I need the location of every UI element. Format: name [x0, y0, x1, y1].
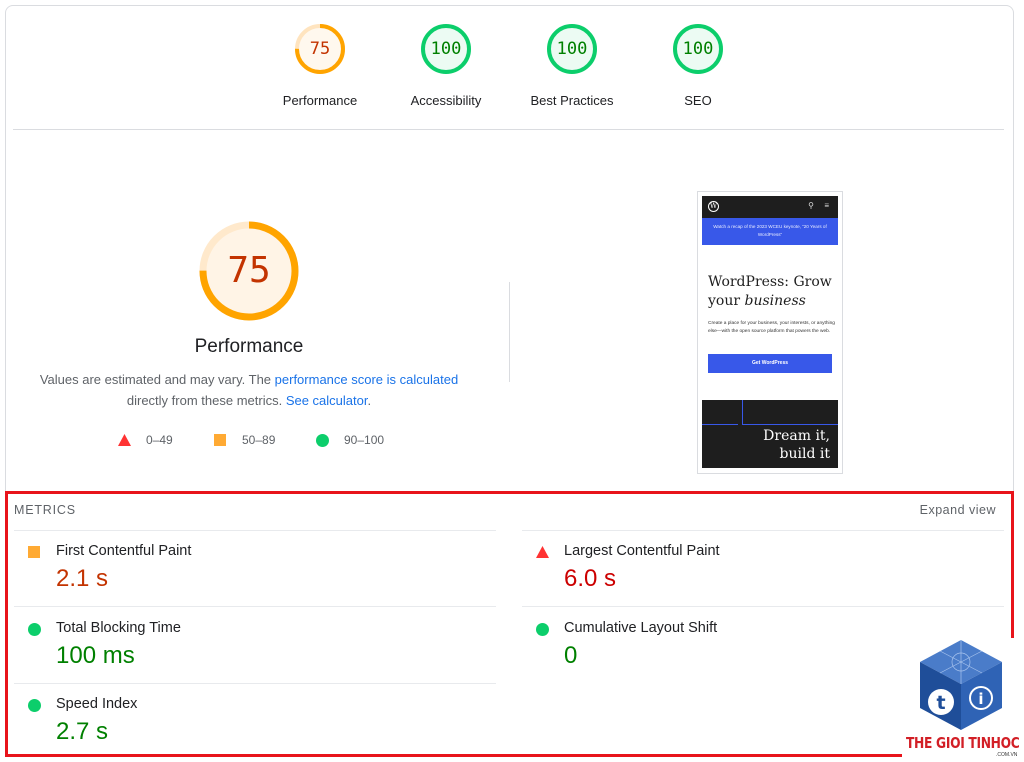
gauge-score: 100 — [556, 39, 588, 59]
gauge-ring: 75 — [293, 22, 347, 76]
metric-name: Total Blocking Time — [56, 620, 181, 636]
performance-gauge: 75 — [197, 219, 301, 323]
hero-line: your — [708, 293, 745, 309]
menu-icon: ≡ — [824, 201, 829, 210]
metric-divider — [522, 530, 1004, 531]
final-screenshot[interactable]: W ⚲ ≡ Watch a recap of the 2023 WCEU key… — [697, 191, 843, 474]
gauge-score: 100 — [430, 39, 462, 59]
dark-line: Dream it, — [763, 428, 830, 444]
svg-text:t: t — [936, 692, 945, 714]
get-wordpress-button: Get WordPress — [708, 354, 832, 373]
gauge-ring: 100 — [419, 22, 473, 76]
metric-name: Largest Contentful Paint — [564, 543, 720, 559]
see-calculator-link[interactable]: See calculator — [286, 393, 368, 408]
score-calculated-link[interactable]: performance score is calculated — [275, 372, 459, 387]
decor-line — [702, 424, 738, 425]
search-icon: ⚲ — [808, 201, 814, 210]
metric-name: Cumulative Layout Shift — [564, 620, 718, 636]
desc-text: . — [367, 393, 372, 408]
gauge-score: 75 — [309, 39, 331, 59]
circle-icon — [536, 623, 549, 636]
metric-name: Speed Index — [56, 696, 138, 712]
gauge-seo[interactable]: 100 SEO — [638, 22, 758, 108]
performance-title: Performance — [194, 336, 304, 357]
score-legend: 0–49 50–89 90–100 — [118, 432, 408, 448]
circle-icon — [28, 623, 41, 636]
svg-text:i: i — [978, 690, 983, 708]
metric-value: 6.0 s — [564, 565, 617, 592]
metric-speed-index: Speed Index 2.7 s — [28, 696, 488, 762]
legend-range: 90–100 — [344, 433, 385, 447]
metric-name: First Contentful Paint — [56, 543, 192, 559]
gauge-label: Accessibility — [410, 93, 482, 108]
summary-divider — [13, 129, 1004, 130]
gauge-ring: 100 — [671, 22, 725, 76]
gauge-best-practices[interactable]: 100 Best Practices — [512, 22, 632, 108]
metric-first-contentful-paint: First Contentful Paint 2.1 s — [28, 543, 488, 613]
site-subtext: Create a place for your business, your i… — [708, 321, 835, 334]
legend-range: 0–49 — [146, 433, 173, 447]
metric-value: 2.7 s — [56, 718, 109, 745]
site-banner: Watch a recap of the 2023 WCEU keynote, … — [702, 218, 838, 245]
watermark-logo: t i THE GIOI TINHOC .COM.VN — [902, 638, 1020, 762]
metric-value: 2.1 s — [56, 565, 109, 592]
performance-score: 75 — [227, 250, 271, 291]
gauge-score: 100 — [682, 39, 714, 59]
square-icon — [214, 434, 226, 446]
site-hero-heading: WordPress: Grow your business — [708, 273, 836, 311]
site-header: W ⚲ ≡ — [702, 196, 838, 218]
triangle-icon — [118, 434, 131, 446]
desc-text: Values are estimated and may vary. The — [39, 372, 275, 387]
metric-value: 100 ms — [56, 642, 135, 669]
watermark-text: THE GIOI TINHOC — [906, 734, 1020, 752]
circle-icon — [28, 699, 41, 712]
metric-total-blocking-time: Total Blocking Time 100 ms — [28, 620, 488, 690]
hero-italic: business — [744, 293, 806, 309]
metric-largest-contentful-paint: Largest Contentful Paint 6.0 s — [536, 543, 996, 613]
metric-value: 0 — [564, 642, 578, 669]
gauge-label: SEO — [684, 93, 712, 108]
gauge-accessibility[interactable]: 100 Accessibility — [386, 22, 506, 108]
legend-range: 50–89 — [242, 433, 276, 447]
triangle-icon — [536, 546, 549, 558]
wordpress-logo-icon: W — [708, 201, 719, 212]
dark-line: build it — [779, 446, 830, 462]
site-dark-section: Dream it, build it — [702, 400, 838, 468]
score-summary: 75 Performance 100 Accessibility 100 Bes… — [0, 22, 1024, 122]
gauge-label: Performance — [282, 93, 358, 108]
circle-icon — [316, 434, 329, 447]
hero-line: WordPress: Grow — [708, 274, 832, 290]
metrics-heading: METRICS — [14, 503, 76, 517]
cube-logo-icon: t i — [920, 640, 1002, 730]
section-divider — [509, 282, 510, 382]
watermark-subtext: .COM.VN — [996, 752, 1018, 758]
gauge-performance[interactable]: 75 Performance — [260, 22, 380, 108]
gauge-ring: 100 — [545, 22, 599, 76]
expand-view-button[interactable]: Expand view — [920, 503, 996, 517]
square-icon — [28, 546, 40, 558]
desc-text: directly from these metrics. — [126, 393, 286, 408]
decor-line — [742, 400, 743, 424]
dark-section-text: Dream it, build it — [763, 427, 830, 463]
decor-line — [742, 424, 838, 425]
gauge-label: Best Practices — [530, 93, 614, 108]
metric-divider — [14, 530, 496, 531]
performance-description: Values are estimated and may vary. The p… — [24, 369, 474, 411]
